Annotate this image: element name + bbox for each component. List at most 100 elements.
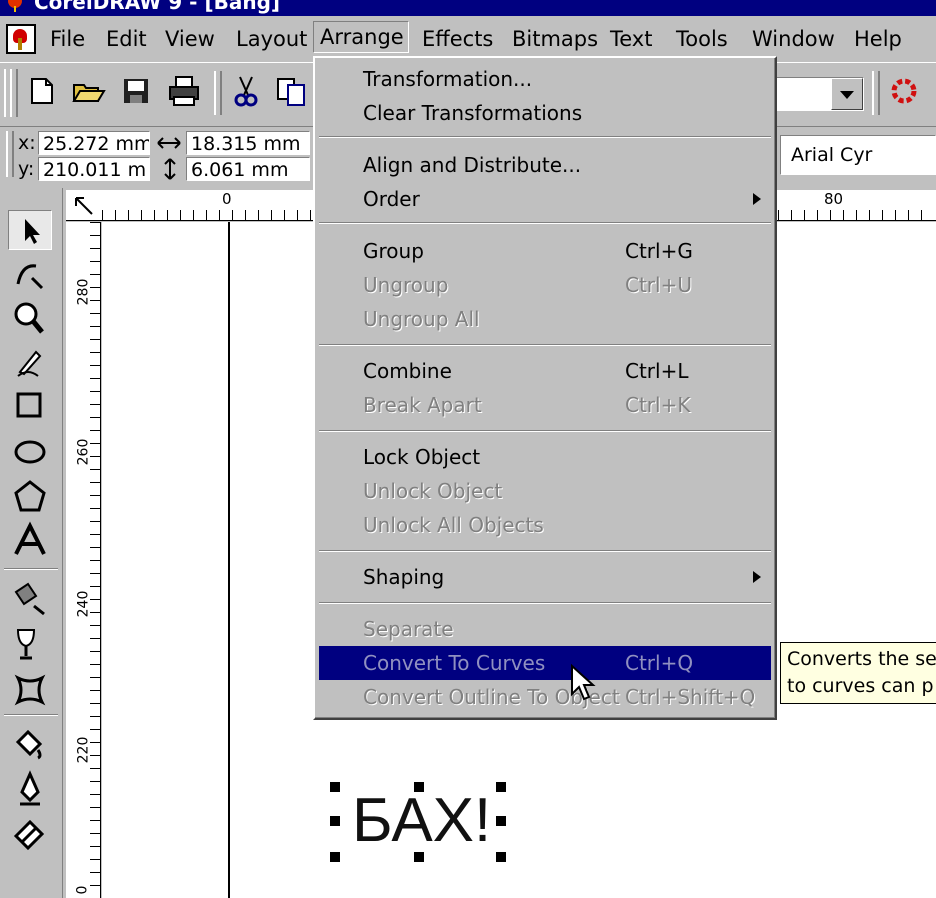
pick-tool[interactable]	[8, 210, 52, 250]
outline-tool[interactable]	[8, 770, 52, 810]
menu-item-convert-to-curves[interactable]: Convert To Curves Ctrl+Q	[319, 646, 771, 680]
menu-item-separate[interactable]: Separate	[319, 612, 771, 646]
selection-handle[interactable]	[330, 816, 340, 826]
corel-balloon-icon	[8, 0, 22, 12]
menu-item-break-apart[interactable]: Break Apart Ctrl+K	[319, 388, 771, 422]
ruler-label: 0	[74, 885, 91, 895]
y-position-field[interactable]: 210.011 m	[38, 157, 150, 181]
width-arrows-icon	[157, 137, 181, 149]
menu-item-shaping[interactable]: Shaping	[319, 560, 771, 594]
menu-file[interactable]: File	[44, 24, 91, 54]
ellipse-tool[interactable]	[8, 430, 52, 470]
menu-arrange[interactable]: Arrange	[313, 21, 409, 53]
title-bar: CorelDRAW 9 - [Bang]	[0, 0, 936, 16]
menu-separator	[319, 136, 771, 138]
print-icon[interactable]	[164, 71, 204, 111]
fill-tool[interactable]	[8, 724, 52, 764]
menu-text[interactable]: Text	[604, 24, 658, 54]
mouse-cursor-icon	[571, 664, 596, 701]
submenu-arrow-icon	[753, 193, 761, 205]
menu-effects[interactable]: Effects	[416, 24, 499, 54]
menu-item-lock-object[interactable]: Lock Object	[319, 440, 771, 474]
menu-item-clear-transformations[interactable]: Clear Transformations	[319, 96, 771, 130]
open-folder-icon[interactable]	[68, 71, 108, 111]
menu-item-combine[interactable]: Combine Ctrl+L	[319, 354, 771, 388]
height-arrows-icon	[164, 158, 176, 180]
ruler-origin-icon[interactable]	[74, 196, 94, 216]
menu-bitmaps[interactable]: Bitmaps	[506, 24, 604, 54]
menu-separator	[319, 430, 771, 432]
toolbox-separator	[4, 714, 58, 716]
wineglass-icon	[16, 629, 36, 660]
selection-handle[interactable]	[496, 852, 506, 862]
menu-view[interactable]: View	[159, 24, 221, 54]
menu-edit[interactable]: Edit	[100, 24, 153, 54]
height-field[interactable]: 6.061 mm	[186, 157, 310, 181]
copy-icon[interactable]	[272, 71, 312, 111]
selected-text-object[interactable]: БАХ!	[330, 782, 506, 862]
pen-nib-icon	[20, 770, 40, 806]
toolbar-grip[interactable]	[10, 69, 18, 117]
menu-help[interactable]: Help	[848, 24, 908, 54]
selection-handle[interactable]	[414, 852, 424, 862]
pointer-icon	[25, 219, 40, 244]
toolbar-separator	[214, 71, 222, 115]
selection-handle[interactable]	[330, 852, 340, 862]
eraser-icon	[13, 819, 45, 851]
cut-icon[interactable]	[226, 71, 266, 111]
envelope-tool[interactable]	[8, 668, 52, 708]
menu-separator	[319, 550, 771, 552]
menu-bar: File Edit View Layout Arrange Effects Bi…	[0, 16, 936, 60]
magnifier-icon	[14, 302, 44, 334]
x-position-field[interactable]: 25.272 mm	[38, 131, 150, 155]
interactive-transparency-tool[interactable]	[8, 624, 52, 664]
pentagon-icon	[14, 480, 46, 512]
toolbar-grip[interactable]	[6, 131, 14, 177]
menu-item-align-distribute[interactable]: Align and Distribute...	[319, 148, 771, 182]
menu-item-group[interactable]: Group Ctrl+G	[319, 234, 771, 268]
paint-bucket-icon	[15, 729, 43, 760]
menu-tools[interactable]: Tools	[670, 24, 734, 54]
shape-tool[interactable]	[8, 254, 52, 294]
menu-item-ungroup[interactable]: Ungroup Ctrl+U	[319, 268, 771, 302]
rectangle-icon	[16, 392, 42, 418]
polygon-tool[interactable]	[8, 476, 52, 516]
dropdown-arrow-icon[interactable]	[831, 78, 863, 110]
zoom-gear-icon[interactable]	[884, 71, 924, 111]
menu-item-ungroup-all[interactable]: Ungroup All	[319, 302, 771, 336]
selection-handle[interactable]	[496, 816, 506, 826]
freehand-tool[interactable]	[8, 342, 52, 382]
menu-item-transformation[interactable]: Transformation...	[319, 62, 771, 96]
shape-edit-icon	[16, 264, 44, 290]
eraser-tool[interactable]	[8, 814, 52, 854]
zoom-tool[interactable]	[8, 298, 52, 338]
menu-layout[interactable]: Layout	[230, 24, 313, 54]
selection-handle[interactable]	[414, 782, 424, 792]
document-icon[interactable]	[6, 24, 36, 54]
rectangle-tool[interactable]	[8, 386, 52, 426]
menu-item-unlock-object[interactable]: Unlock Object	[319, 474, 771, 508]
ruler-label: 240	[75, 590, 92, 618]
menu-item-order[interactable]: Order	[319, 182, 771, 216]
selection-handle[interactable]	[496, 782, 506, 792]
tooltip-line: to curves can p	[787, 675, 934, 697]
menu-item-convert-outline-to-object[interactable]: Convert Outline To Object Ctrl+Shift+Q	[319, 680, 771, 714]
text-tool[interactable]	[8, 520, 52, 560]
vertical-ruler[interactable]: 280 260 240 220 0	[66, 222, 101, 898]
menu-item-unlock-all-objects[interactable]: Unlock All Objects	[319, 508, 771, 542]
bang-text[interactable]: БАХ!	[352, 788, 491, 854]
menu-separator	[319, 222, 771, 224]
font-name-field[interactable]: Arial Cyr	[780, 135, 936, 175]
width-field[interactable]: 18.315 mm	[186, 131, 310, 155]
new-document-icon[interactable]	[22, 71, 62, 111]
menu-window[interactable]: Window	[746, 24, 841, 54]
toolbar-separator	[872, 71, 880, 115]
selection-handle[interactable]	[330, 782, 340, 792]
tooltip-line: Converts the se	[787, 648, 936, 670]
save-icon[interactable]	[116, 71, 156, 111]
submenu-arrow-icon	[753, 571, 761, 583]
interactive-fill-tool[interactable]	[8, 578, 52, 618]
zoom-dropdown[interactable]	[776, 77, 864, 111]
pen-icon	[17, 350, 42, 377]
ruler-label: 260	[75, 438, 92, 466]
